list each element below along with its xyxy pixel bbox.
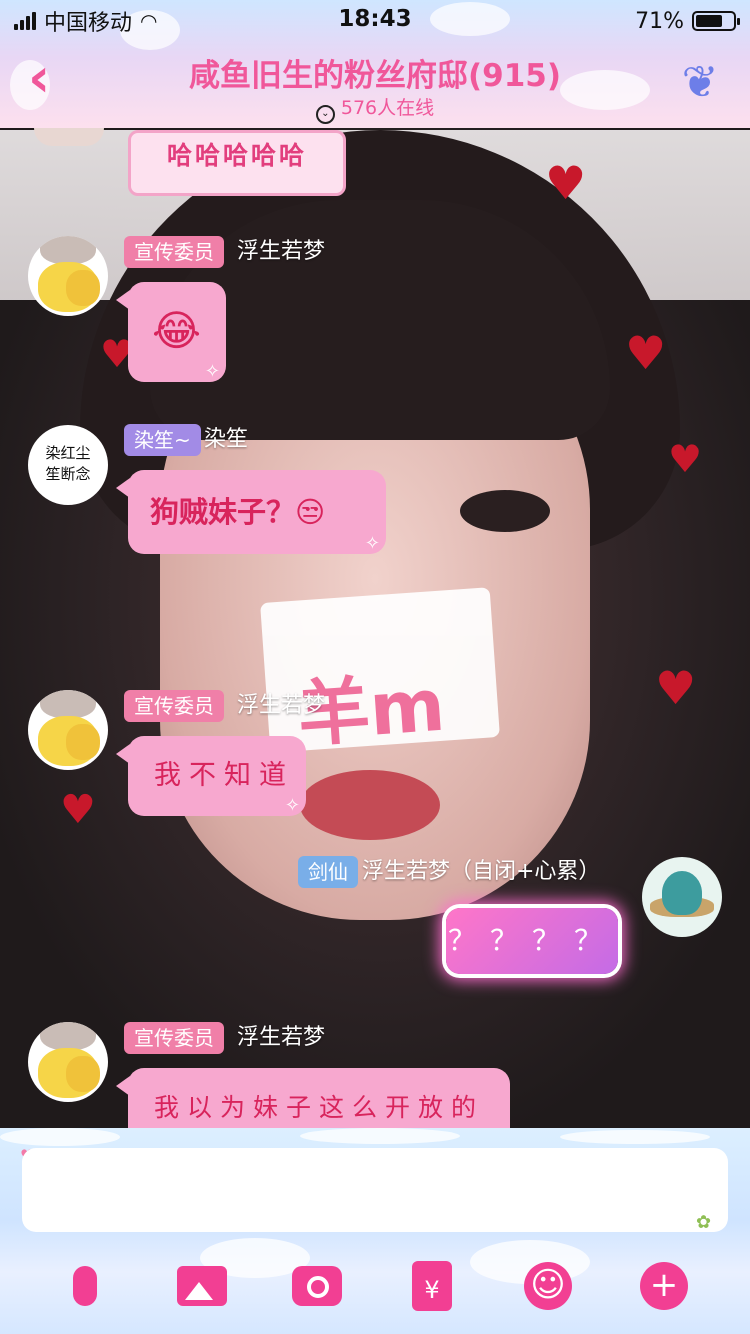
sparkle-decoration: ✧ xyxy=(204,361,220,382)
message-text: 我以为妹子这么开放的 xyxy=(154,1093,485,1122)
sender-name: 浮生若梦 xyxy=(237,693,326,718)
member-tag: 宣传委员 xyxy=(124,690,224,722)
message-bubble[interactable]: 😂 ✧ xyxy=(116,282,226,382)
member-tag: 宣传委员 xyxy=(124,1022,224,1054)
status-battery: 71% xyxy=(635,6,740,36)
message-bubble[interactable]: 狗贼妹子？😒 ✧ xyxy=(116,470,386,554)
input-panel: ♥♥ ✿ ¥ ☺ + xyxy=(0,1128,750,1334)
message-bubble[interactable]: 哈哈哈哈哈 xyxy=(128,130,346,196)
sparkle-decoration: ✧ xyxy=(364,533,380,554)
avatar-text: 笙断念 xyxy=(45,465,91,483)
sender-name: 浮生若梦 xyxy=(237,239,326,264)
page-title: 咸鱼旧生的粉丝府邸(915) xyxy=(188,58,562,94)
mic-icon[interactable] xyxy=(55,1256,115,1316)
heart-icon: ♥ xyxy=(545,156,587,210)
background-lips xyxy=(300,770,440,840)
petal-decoration xyxy=(0,1128,120,1146)
avatar[interactable] xyxy=(28,690,108,770)
petal-decoration xyxy=(300,1128,460,1144)
camera-icon[interactable] xyxy=(287,1256,347,1316)
background-sticker: 羊m xyxy=(260,587,500,757)
avatar-text: 染红尘 xyxy=(45,444,91,462)
red-packet-icon[interactable]: ¥ xyxy=(402,1256,462,1316)
message-text: 狗贼妹子？😒 xyxy=(150,495,326,529)
heart-icon: ♥ xyxy=(625,326,667,380)
online-count-label: 576人在线 xyxy=(340,97,435,119)
member-tag: 剑仙 xyxy=(298,856,358,888)
sender-name: 染笙 xyxy=(204,427,249,452)
emoji-icon[interactable]: ☺ xyxy=(518,1256,578,1316)
message-bubble[interactable]: 我不知道 ✧ xyxy=(116,736,306,816)
battery-icon xyxy=(692,11,740,31)
heart-icon: ♥ xyxy=(655,661,697,715)
avatar[interactable]: 染红尘 笙断念 xyxy=(28,425,108,505)
online-count[interactable]: ⌄ 576人在线 xyxy=(0,93,750,124)
chevron-down-icon: ⌄ xyxy=(315,105,335,124)
clover-icon: ✿ xyxy=(696,1212,712,1233)
avatar[interactable] xyxy=(34,128,104,146)
avatar[interactable] xyxy=(28,1022,108,1102)
sparkle-decoration: ✧ xyxy=(284,795,300,816)
background-eye-right xyxy=(460,490,550,532)
sender-name: 浮生若梦（自闭+心累） xyxy=(362,859,601,884)
plus-icon[interactable]: + xyxy=(634,1256,694,1316)
sender-name: 浮生若梦 xyxy=(237,1025,326,1050)
message-input[interactable] xyxy=(22,1148,728,1232)
battery-percent: 71% xyxy=(635,8,684,34)
message-bubble[interactable]: ？？？？ xyxy=(446,908,618,974)
top-bar: 中国移动 ◠ 18:43 71% ‹ 咸鱼旧生的粉丝府邸(915) ⌄ 576人在… xyxy=(0,0,750,128)
image-icon[interactable] xyxy=(172,1256,232,1316)
avatar[interactable] xyxy=(28,236,108,316)
petal-decoration xyxy=(560,1130,710,1144)
avatar[interactable] xyxy=(642,857,722,937)
member-tag: 染笙~ xyxy=(124,424,201,456)
butterfly-icon[interactable]: ❦ xyxy=(672,58,728,108)
message-text: 我不知道 xyxy=(154,760,294,791)
laugh-emoji-icon: 😂 xyxy=(152,306,202,355)
heart-icon: ♥ xyxy=(668,437,703,481)
member-tag: 宣传委员 xyxy=(124,236,224,268)
heart-icon: ♥ xyxy=(60,787,96,833)
